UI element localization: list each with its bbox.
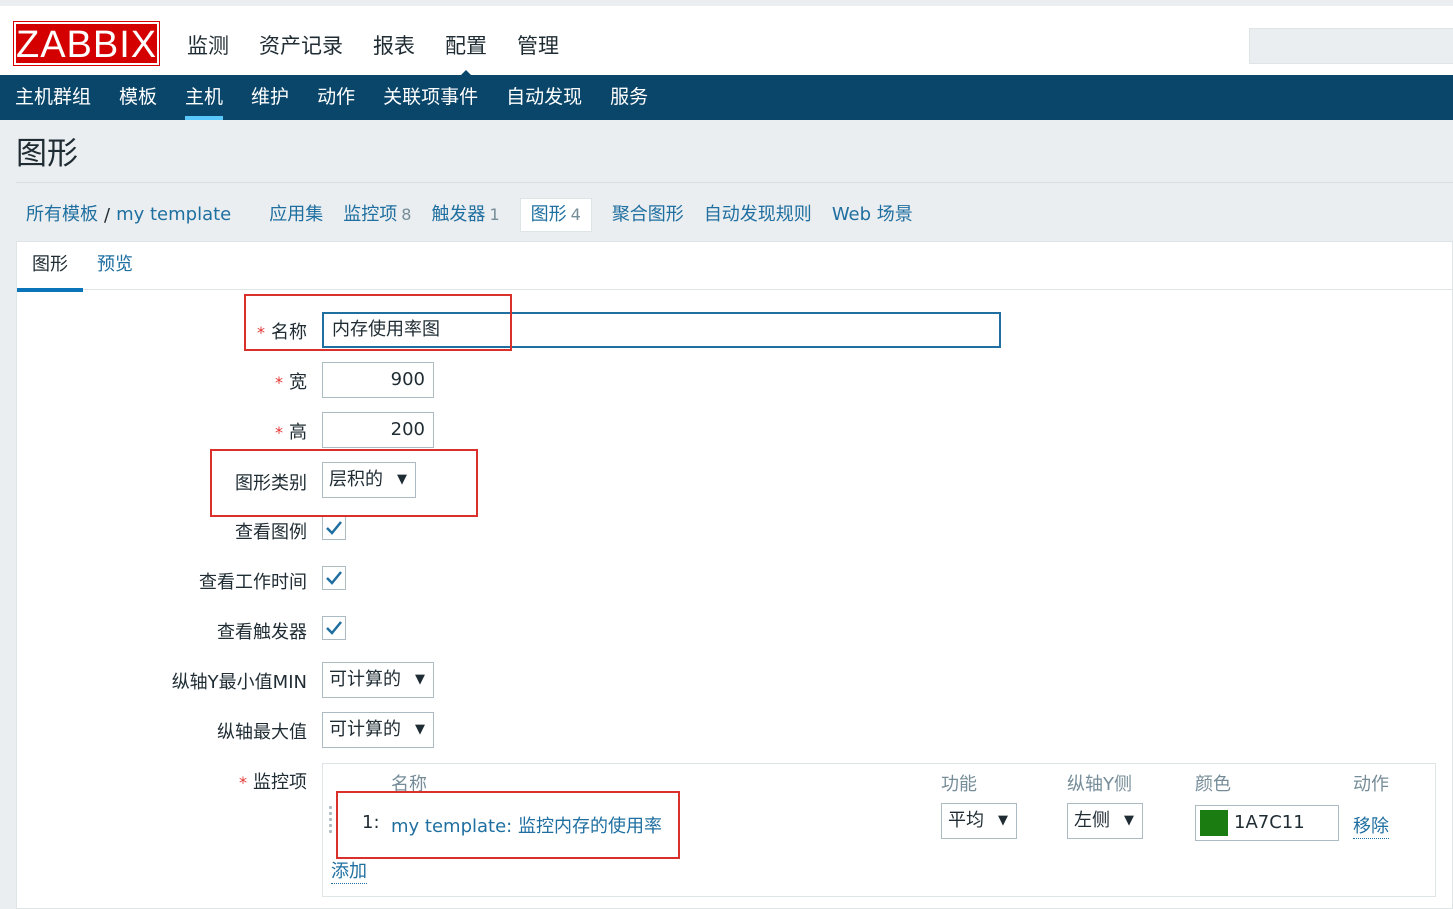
item-yaxis-side-value: 左侧 xyxy=(1074,810,1110,831)
ymin-value: 可计算的 xyxy=(329,669,401,690)
show-legend-checkbox[interactable] xyxy=(322,516,346,540)
ymin-label: 纵轴Y最小值MIN xyxy=(171,672,307,693)
sub-menu-hosts[interactable]: 主机 xyxy=(171,75,237,120)
breadcrumb-separator: / xyxy=(104,204,111,226)
width-input[interactable]: 900 xyxy=(322,362,434,398)
item-color-value: 1A7C11 xyxy=(1234,812,1305,833)
tab-triggers-label: 触发器 xyxy=(431,204,486,225)
tab-screens-label: 聚合图形 xyxy=(611,204,684,225)
checkmark-icon xyxy=(326,621,342,635)
item-yaxis-side-select[interactable]: 左侧 ▼ xyxy=(1067,803,1143,839)
checkmark-icon xyxy=(326,571,342,585)
column-header-function: 功能 xyxy=(941,774,977,795)
checkmark-icon xyxy=(326,521,342,535)
main-menu: 监测 资产记录 报表 配置 管理 xyxy=(172,12,574,81)
main-menu-administration[interactable]: 管理 xyxy=(502,12,574,81)
label-column: * 名称 * 宽 * 高 图形类别 查看图例 查看工作时间 查看触发器 纵轴Y最小值M… xyxy=(17,242,307,908)
main-menu-reports[interactable]: 报表 xyxy=(358,12,430,81)
show-triggers-label: 查看触发器 xyxy=(217,622,307,643)
remove-item-button[interactable]: 移除 xyxy=(1353,812,1389,839)
graph-type-select[interactable]: 层积的 ▼ xyxy=(322,462,416,498)
tab-screens[interactable]: 聚合图形 xyxy=(602,199,694,231)
dropdown-arrow-icon: ▼ xyxy=(1124,813,1134,828)
sub-menu-event-correlation[interactable]: 关联项事件 xyxy=(369,75,492,120)
show-working-time-label: 查看工作时间 xyxy=(199,572,307,593)
item-name-link[interactable]: my template: 监控内存的使用率 xyxy=(391,812,662,838)
graph-form-panel: 图形 预览 * 名称 * 宽 * 高 图形类别 查看图例 查看工作时间 查看触发器 纵… xyxy=(16,241,1453,909)
main-menu-inventory[interactable]: 资产记录 xyxy=(244,12,358,81)
item-index: 1: xyxy=(362,812,380,833)
column-header-name: 名称 xyxy=(391,774,427,795)
main-menu-monitoring[interactable]: 监测 xyxy=(172,12,244,81)
top-header: ZABBIX 监测 资产记录 报表 配置 管理 xyxy=(0,0,1453,81)
divider xyxy=(16,182,1453,183)
ymin-select[interactable]: 可计算的 ▼ xyxy=(322,662,434,698)
page-title: 图形 xyxy=(16,136,78,172)
breadcrumb: 所有模板 / my template 应用集 监控项 8 触发器 1 图形 4 聚合图… xyxy=(16,198,923,232)
item-color-input[interactable]: 1A7C11 xyxy=(1195,805,1339,841)
ymax-label: 纵轴最大值 xyxy=(217,722,307,743)
required-mark: * xyxy=(239,773,247,792)
search-input[interactable] xyxy=(1249,28,1453,64)
required-mark: * xyxy=(257,323,265,342)
graph-type-label: 图形类别 xyxy=(235,473,307,494)
sub-menu-templates[interactable]: 模板 xyxy=(105,75,171,120)
dropdown-arrow-icon: ▼ xyxy=(998,813,1008,828)
dropdown-arrow-icon: ▼ xyxy=(415,672,425,687)
drag-handle-icon[interactable] xyxy=(329,806,333,836)
width-label-text: 宽 xyxy=(289,372,307,393)
show-triggers-checkbox[interactable] xyxy=(322,616,346,640)
ymax-value: 可计算的 xyxy=(329,719,401,740)
name-label-text: 名称 xyxy=(271,322,307,343)
items-table: 名称 功能 纵轴Y侧 颜色 动作 1: my template: 监控内存的使用… xyxy=(322,763,1436,897)
column-header-yaxis-side: 纵轴Y侧 xyxy=(1067,774,1132,795)
items-label-text: 监控项 xyxy=(253,772,307,793)
name-input[interactable]: 内存使用率图 xyxy=(322,312,1001,348)
sub-menu: 主机群组 模板 主机 维护 动作 关联项事件 自动发现 服务 xyxy=(0,75,1453,120)
tab-web-scenarios-label: Web 场景 xyxy=(831,204,913,225)
item-function-select[interactable]: 平均 ▼ xyxy=(941,803,1017,839)
ymax-select[interactable]: 可计算的 ▼ xyxy=(322,712,434,748)
tab-discovery-rules-label: 自动发现规则 xyxy=(703,204,812,225)
tab-items-count: 8 xyxy=(401,205,412,224)
tab-items[interactable]: 监控项 8 xyxy=(333,199,421,231)
tab-applications-label: 应用集 xyxy=(269,204,324,225)
show-working-time-checkbox[interactable] xyxy=(322,566,346,590)
dropdown-arrow-icon: ▼ xyxy=(415,722,425,737)
items-label: * 监控项 xyxy=(239,768,307,794)
sub-menu-services[interactable]: 服务 xyxy=(596,75,662,120)
main-menu-configuration[interactable]: 配置 xyxy=(430,12,502,81)
color-swatch[interactable] xyxy=(1200,810,1228,836)
name-label: * 名称 xyxy=(257,318,307,344)
column-header-color: 颜色 xyxy=(1195,774,1231,795)
height-label: * 高 xyxy=(275,418,307,444)
tab-triggers[interactable]: 触发器 1 xyxy=(421,199,509,231)
breadcrumb-template[interactable]: my template xyxy=(116,199,241,231)
dropdown-arrow-icon: ▼ xyxy=(397,472,407,487)
tab-graphs[interactable]: 图形 4 xyxy=(519,198,592,232)
tab-graphs-label: 图形 xyxy=(530,204,567,225)
tab-triggers-count: 1 xyxy=(489,205,500,224)
item-function-value: 平均 xyxy=(948,810,984,831)
graph-type-value: 层积的 xyxy=(329,469,383,490)
width-label: * 宽 xyxy=(275,368,307,394)
tab-web-scenarios[interactable]: Web 场景 xyxy=(822,199,923,231)
sub-menu-host-groups[interactable]: 主机群组 xyxy=(1,75,105,120)
tab-items-label: 监控项 xyxy=(343,204,398,225)
show-legend-label: 查看图例 xyxy=(235,522,307,543)
sub-menu-discovery[interactable]: 自动发现 xyxy=(492,75,596,120)
height-label-text: 高 xyxy=(289,422,307,443)
sub-menu-maintenance[interactable]: 维护 xyxy=(237,75,303,120)
tab-discovery-rules[interactable]: 自动发现规则 xyxy=(694,199,822,231)
required-mark: * xyxy=(275,423,283,442)
add-item-button[interactable]: 添加 xyxy=(331,857,367,884)
zabbix-logo[interactable]: ZABBIX xyxy=(13,21,160,66)
required-mark: * xyxy=(275,373,283,392)
tab-graphs-count: 4 xyxy=(570,205,581,224)
column-header-action: 动作 xyxy=(1353,774,1389,795)
breadcrumb-all-templates[interactable]: 所有模板 xyxy=(16,199,108,231)
tab-applications[interactable]: 应用集 xyxy=(259,199,333,231)
height-input[interactable]: 200 xyxy=(322,412,434,448)
sub-menu-actions[interactable]: 动作 xyxy=(303,75,369,120)
